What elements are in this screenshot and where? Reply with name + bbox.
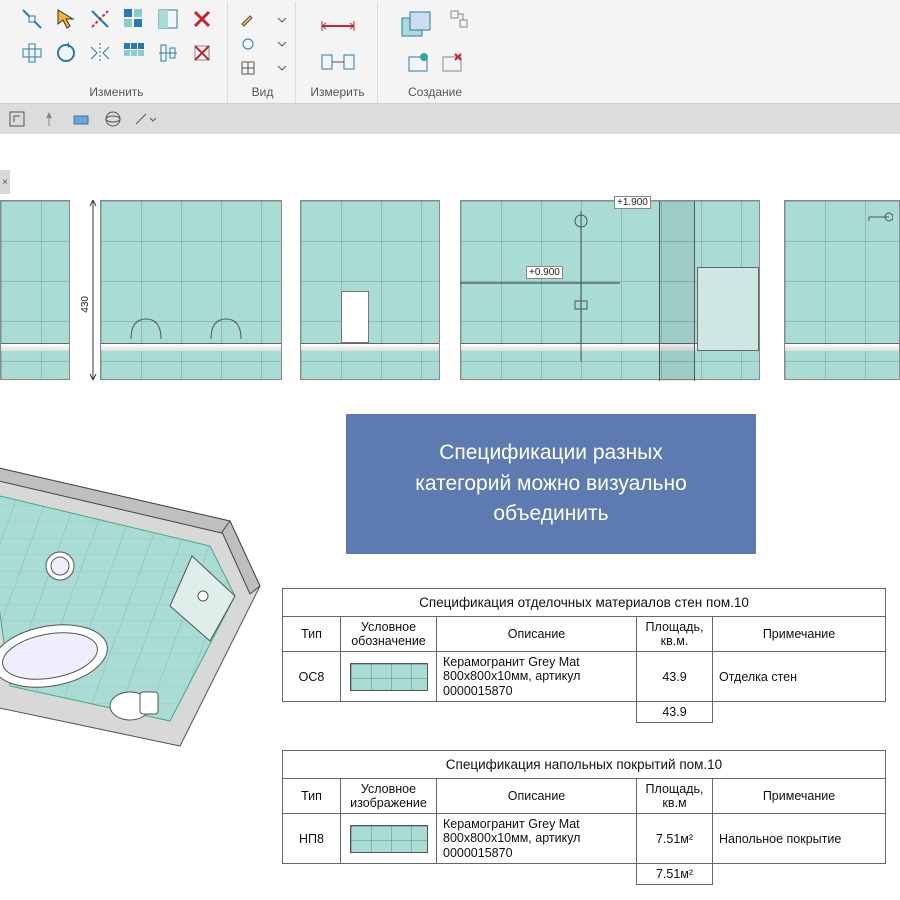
table1-area: 43.9 [637, 652, 713, 702]
table2-h-desc: Описание [437, 779, 637, 814]
annotation-callout: Спецификации разных категорий можно визу… [346, 414, 756, 554]
delete-alt-icon[interactable] [187, 38, 217, 68]
spec-table-floor: Спецификация напольных покрытий пом.10 Т… [282, 750, 886, 885]
table1-h-area: Площадь, кв.м. [637, 617, 713, 652]
ribbon-group-modify: Изменить [6, 2, 228, 103]
table1-h-desc: Описание [437, 617, 637, 652]
array-icon[interactable] [119, 38, 149, 68]
elevation-5 [784, 200, 900, 380]
workplane-icon[interactable] [70, 108, 92, 130]
table2-h-type: Тип [283, 779, 341, 814]
callout-line2: категорий можно визуально [415, 472, 687, 495]
ribbon-group-tools-label: Вид [252, 83, 274, 103]
split-icon[interactable] [85, 4, 115, 34]
dim-1900-label: +1.900 [614, 196, 651, 209]
ribbon-group-tools: Вид [230, 2, 296, 103]
align-icon[interactable] [153, 38, 183, 68]
table1-total-row: 43.9 [283, 702, 886, 723]
callout-line3: объединить [493, 502, 608, 525]
table2-total-row: 7.51м² [283, 864, 886, 885]
ribbon-group-measure-label: Измерить [310, 83, 364, 103]
table2-row: НП8 Керамогранит Grey Mat 800x800x10мм, … [283, 814, 886, 864]
elevation-3 [300, 200, 440, 380]
delete-icon[interactable] [187, 4, 217, 34]
ribbon-group-create: Создание [380, 2, 490, 103]
create-family-icon[interactable] [396, 4, 440, 44]
table1-h-type: Тип [283, 617, 341, 652]
ribbon-group-measure: Измерить [298, 2, 378, 103]
mirror-icon[interactable] [85, 38, 115, 68]
create-new-icon[interactable] [403, 48, 433, 78]
table1-title: Спецификация отделочных материалов стен … [283, 589, 886, 617]
elevation-2 [100, 200, 282, 380]
measure-gap-icon[interactable] [315, 47, 361, 77]
constraint-icon[interactable] [6, 108, 28, 130]
table1-desc: Керамогранит Grey Mat 800x800x10мм, арти… [437, 652, 637, 702]
line-dropdown-icon[interactable] [134, 108, 156, 130]
elevation-1 [0, 200, 70, 380]
table1-swatch [341, 652, 437, 702]
elevation-row: 430 +1.900 +0.900 [0, 196, 900, 386]
elevation-4 [460, 200, 760, 380]
table2-type: НП8 [283, 814, 341, 864]
table1-note: Отделка стен [713, 652, 886, 702]
white-spacer [0, 134, 900, 174]
ribbon: Изменить Вид Измерить Создание [0, 0, 900, 104]
secondary-toolbar [0, 104, 900, 134]
table1-total: 43.9 [637, 702, 713, 723]
table2-swatch [341, 814, 437, 864]
table2-total: 7.51м² [637, 864, 713, 885]
create-group-icon[interactable] [444, 4, 474, 34]
pencil-dropdown-icon[interactable] [236, 9, 290, 31]
shape-dropdown-icon[interactable] [236, 33, 290, 55]
measure-linear-icon[interactable] [315, 11, 361, 41]
table2-note: Напольное покрытие [713, 814, 886, 864]
table2-title: Спецификация напольных покрытий пом.10 [283, 751, 886, 779]
isometric-view [0, 406, 290, 786]
rotate-icon[interactable] [51, 38, 81, 68]
select-arrow-icon[interactable] [51, 4, 81, 34]
grid-select-icon[interactable] [119, 4, 149, 34]
sphere-icon[interactable] [102, 108, 124, 130]
table2-area: 7.51м² [637, 814, 713, 864]
table1-row: ОС8 Керамогранит Grey Mat 800x800x10мм, … [283, 652, 886, 702]
create-delete-icon[interactable] [437, 48, 467, 78]
table2-desc: Керамогранит Grey Mat 800x800x10мм, арти… [437, 814, 637, 864]
table1-type: ОС8 [283, 652, 341, 702]
table1-h-symbol: Условное обозначение [341, 617, 437, 652]
ribbon-group-modify-label: Изменить [89, 83, 143, 103]
panel-close-stub[interactable]: × [0, 170, 10, 194]
table2-h-note: Примечание [713, 779, 886, 814]
hatch-dropdown-icon[interactable] [236, 57, 290, 79]
callout-line1: Спецификации разных [439, 441, 663, 464]
cope-icon[interactable] [17, 38, 47, 68]
pin-icon[interactable] [38, 108, 60, 130]
table1-h-note: Примечание [713, 617, 886, 652]
drawing-canvas[interactable]: 430 +1.900 +0.900 [0, 196, 900, 900]
ribbon-group-create-label: Создание [408, 83, 462, 103]
table2-h-symbol: Условное изображение [341, 779, 437, 814]
face-select-icon[interactable] [153, 4, 183, 34]
trim-icon[interactable] [17, 4, 47, 34]
spec-table-walls: Спецификация отделочных материалов стен … [282, 588, 886, 723]
table2-h-area: Площадь, кв.м [637, 779, 713, 814]
